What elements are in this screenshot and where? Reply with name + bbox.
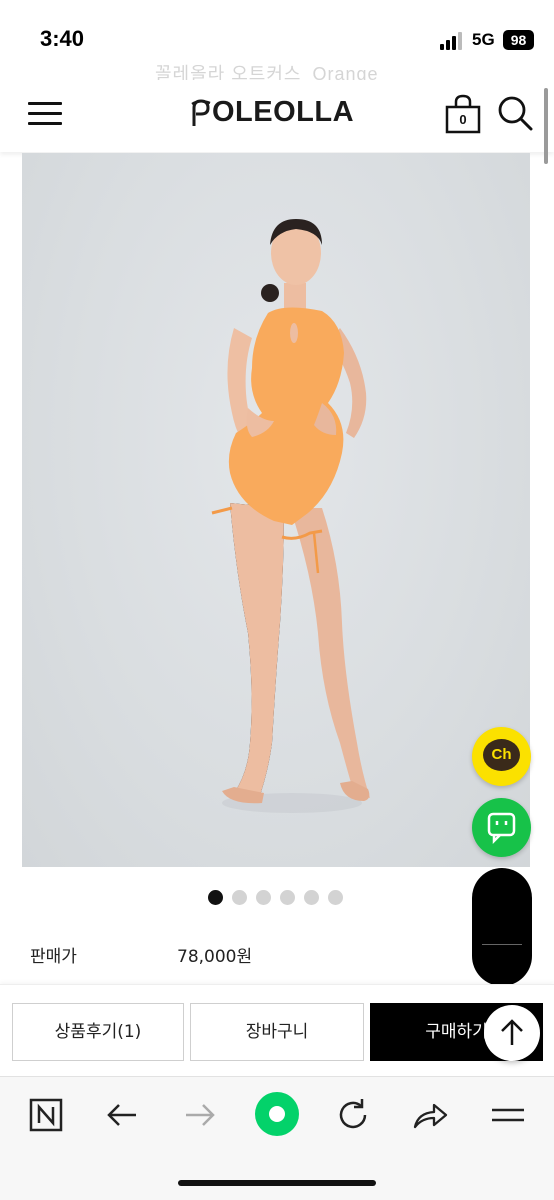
naver-home-button[interactable] — [26, 1095, 66, 1135]
naver-talk-button[interactable] — [472, 798, 531, 857]
naver-n-icon — [29, 1098, 63, 1132]
price-label: 판매가 — [30, 947, 77, 967]
kakao-channel-button[interactable]: Ch — [472, 727, 531, 786]
scroll-indicator[interactable] — [544, 88, 548, 164]
hamburger-line — [28, 102, 62, 105]
price-row: 판매가 78,000원 — [0, 936, 554, 976]
back-button[interactable] — [102, 1095, 142, 1135]
battery-icon: 98 — [503, 30, 534, 50]
more-menu-button[interactable] — [488, 1095, 528, 1135]
search-button[interactable] — [496, 94, 534, 132]
shopping-bag-button[interactable]: 0 — [444, 94, 482, 134]
share-arrow-icon — [413, 1103, 448, 1129]
hamburger-line — [28, 122, 62, 125]
refresh-icon — [339, 1099, 367, 1129]
arrow-up-icon — [501, 1019, 523, 1045]
green-record-icon — [255, 1092, 299, 1136]
carousel-dot-2[interactable] — [232, 890, 247, 905]
review-button[interactable]: 상품후기(1) — [12, 1003, 184, 1061]
cart-count-badge: 0 — [459, 112, 467, 127]
signal-icon — [440, 32, 466, 50]
swimsuit-model-photo — [211, 219, 370, 813]
carousel-dot-3[interactable] — [256, 890, 271, 905]
carousel-dot-6[interactable] — [328, 890, 343, 905]
site-logo[interactable]: OLEOLLA — [190, 96, 354, 129]
carousel-dot-1[interactable] — [208, 890, 223, 905]
home-indicator[interactable] — [178, 1180, 376, 1186]
network-label: 5G — [472, 30, 495, 49]
price-value: 78,000원 — [177, 947, 253, 967]
search-icon — [498, 96, 533, 131]
refresh-button[interactable] — [333, 1095, 373, 1135]
carousel-dot-5[interactable] — [304, 890, 319, 905]
hamburger-menu-button[interactable] — [28, 98, 64, 128]
green-dot-button[interactable] — [254, 1091, 300, 1137]
share-button[interactable] — [410, 1095, 450, 1135]
arrow-right-icon — [186, 1104, 215, 1126]
kakao-channel-label: Ch — [491, 746, 512, 763]
talk-chat-icon — [487, 812, 516, 845]
product-image[interactable] — [22, 153, 530, 867]
purchase-action-bar: 상품후기(1) 장바구니 구매하기 — [0, 984, 554, 1076]
hamburger-line — [28, 112, 62, 115]
arrow-left-icon — [107, 1104, 136, 1126]
logo-mark-icon — [191, 98, 211, 126]
carousel-dot-4[interactable] — [280, 890, 295, 905]
add-to-cart-button[interactable]: 장바구니 — [190, 1003, 364, 1061]
menu-lines-icon — [492, 1108, 524, 1122]
status-time: 3:40 — [40, 26, 85, 51]
site-header: OLEOLLA 0 — [0, 80, 554, 152]
kakao-chat-icon: Ch — [483, 739, 520, 771]
logo-text: OLEOLLA — [212, 96, 355, 128]
forward-button[interactable] — [180, 1095, 220, 1135]
scroll-to-top-button[interactable] — [484, 1005, 540, 1061]
carousel-dots — [208, 890, 343, 906]
